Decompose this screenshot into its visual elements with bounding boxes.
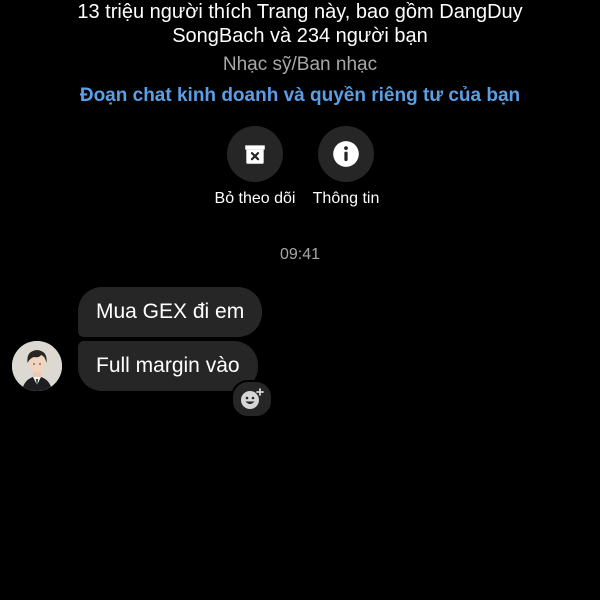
info-icon [333,141,359,167]
info-action[interactable]: Thông tin [291,126,401,208]
message-timestamp: 09:41 [279,246,321,263]
unfollow-box-x-icon [245,145,265,164]
message-bubble-1[interactable]: Mua GEX đi em [78,287,263,337]
sender-avatar[interactable] [12,341,62,391]
likes-summary-line-2: SongBach và 234 người bạn [172,25,428,47]
message-bubble-2[interactable]: Full margin vào [78,341,258,391]
info-button[interactable] [318,126,374,182]
business-chat-privacy-link[interactable]: Đoạn chat kinh doanh và quyền riêng tư c… [0,85,600,107]
page-category: Nhạc sỹ/Ban nhạc [222,54,378,75]
likes-summary-line-1: 13 triệu người thích Trang này, bao gồm … [77,1,523,23]
add-reaction-smiley-icon [241,388,264,409]
info-label: Thông tin [312,190,380,207]
profile-avatar-image [12,341,62,391]
add-reaction-button[interactable] [231,380,273,418]
unfollow-button[interactable] [227,126,283,182]
